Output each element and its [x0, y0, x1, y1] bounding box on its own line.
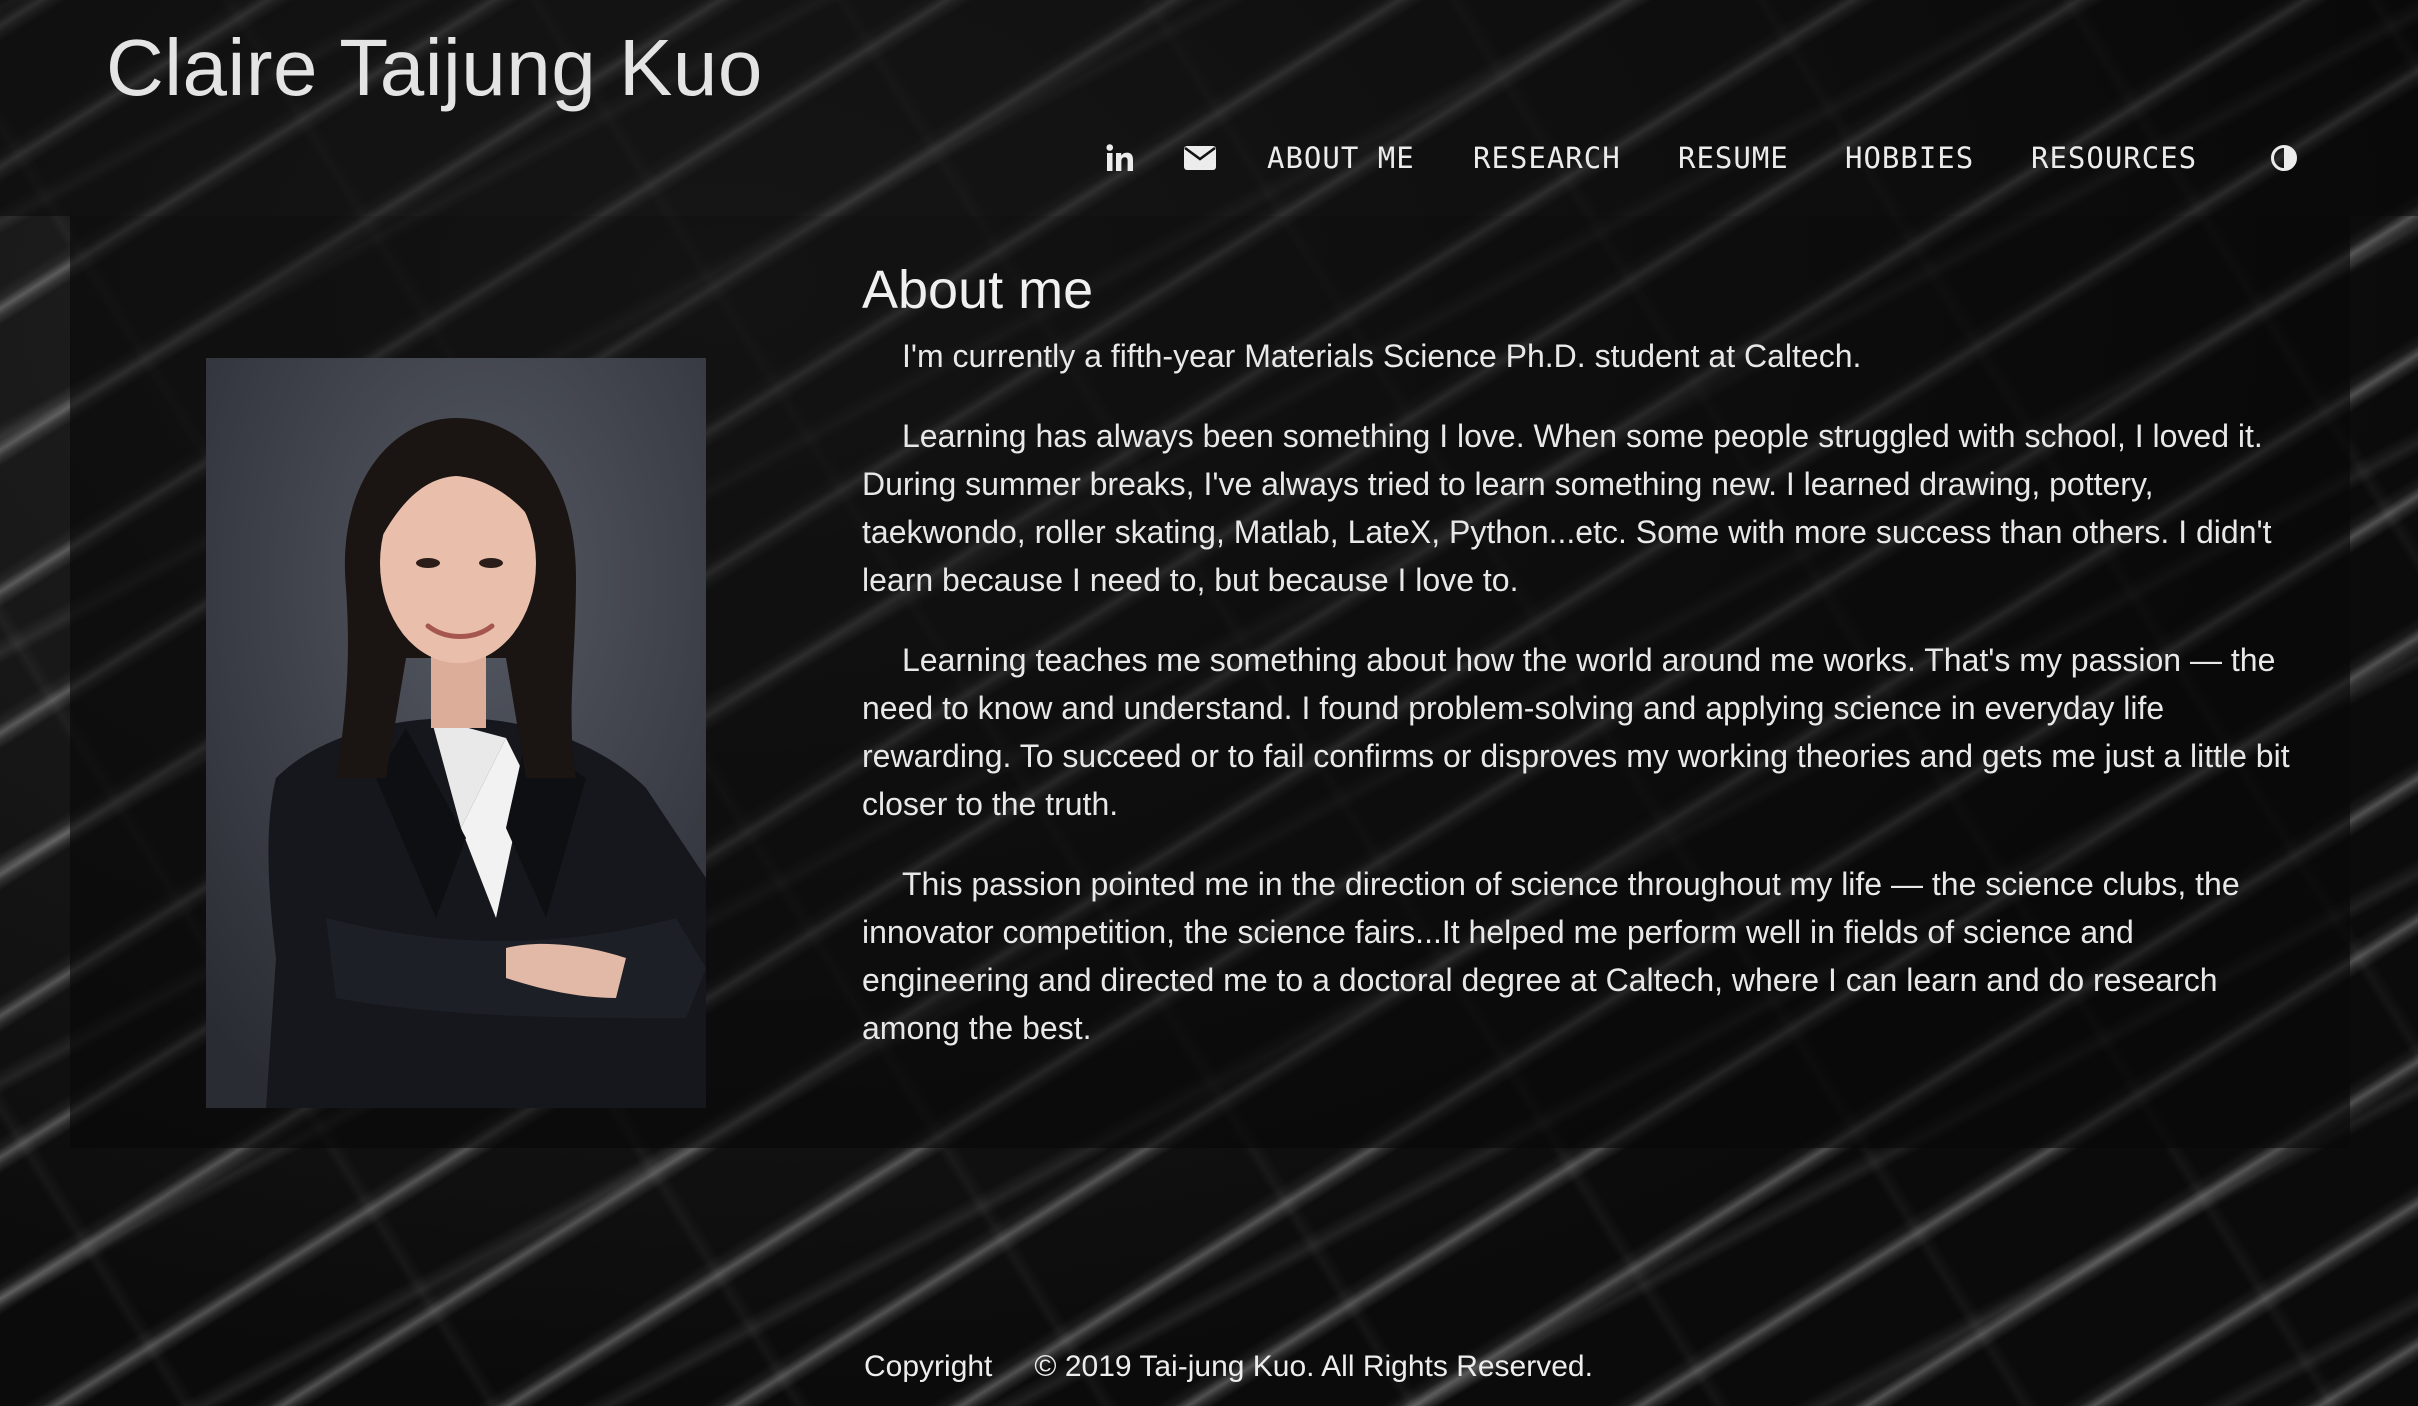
- site-title[interactable]: Claire Taijung Kuo: [106, 22, 763, 114]
- contrast-icon[interactable]: [2268, 136, 2300, 180]
- about-paragraph: I'm currently a fifth-year Materials Sci…: [902, 338, 1862, 374]
- linkedin-icon[interactable]: [1102, 136, 1138, 180]
- nav-about-me[interactable]: ABOUT ME: [1267, 136, 1415, 180]
- about-heading: About me: [862, 260, 1094, 320]
- about-paragraph: This passion pointed me in the direction…: [862, 866, 2240, 1046]
- profile-photo: [206, 358, 706, 1108]
- nav-hobbies[interactable]: HOBBIES: [1845, 136, 1974, 180]
- main-nav: ABOUT ME RESEARCH RESUME HOBBIES RESOURC…: [0, 136, 2418, 180]
- copyright-text: © 2019 Tai-jung Kuo. All Rights Reserved…: [1034, 1350, 1593, 1383]
- nav-resume[interactable]: RESUME: [1678, 136, 1789, 180]
- footer: Copyright © 2019 Tai-jung Kuo. All Rights…: [864, 1350, 1593, 1384]
- nav-research[interactable]: RESEARCH: [1473, 136, 1621, 180]
- envelope-icon[interactable]: [1182, 136, 1218, 180]
- about-section: About me I'm currently a fifth-year Mate…: [862, 258, 2292, 1084]
- about-paragraph: Learning teaches me something about how …: [862, 642, 2290, 822]
- copyright-label: Copyright: [864, 1350, 993, 1383]
- nav-resources[interactable]: RESOURCES: [2031, 136, 2197, 180]
- about-paragraph: Learning has always been something I lov…: [862, 418, 2272, 598]
